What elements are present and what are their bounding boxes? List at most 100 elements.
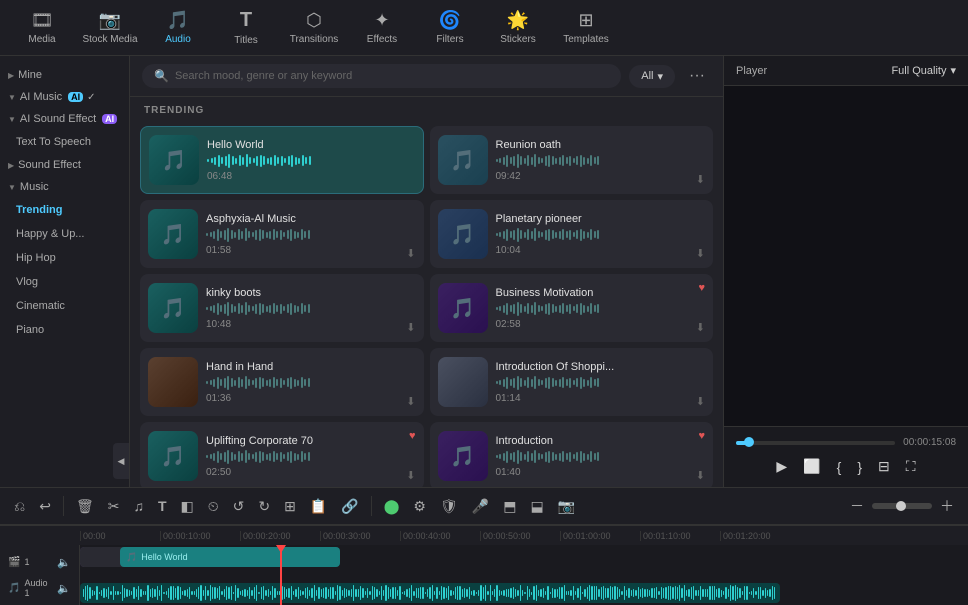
zoom-in-button[interactable]: ＋	[934, 492, 960, 520]
text-button[interactable]: T	[152, 494, 173, 518]
track-card-asphyxia[interactable]: 🎵 Asphyxia-Al Music 01:58 ⬇	[140, 200, 424, 268]
sidebar-group-mine[interactable]: ▶ Mine	[0, 64, 129, 86]
sidebar-item-trending[interactable]: Trending	[0, 198, 129, 222]
sidebar-item-piano[interactable]: Piano	[0, 318, 129, 342]
player-controls: 00:00:15:08 ▶ ⬜ { } ⊟ ⛶	[724, 426, 968, 487]
crop-button[interactable]: ◧	[175, 494, 200, 519]
track-thumb-intro-shopping	[438, 357, 488, 407]
filter-dropdown[interactable]: All ▾	[629, 65, 675, 88]
toolbar-transitions[interactable]: ⬡ Transitions	[282, 4, 346, 52]
toolbar-filters[interactable]: 🌀 Filters	[418, 4, 482, 52]
track-card-business-motivation[interactable]: 🎵 Business Motivation 02:58 ♥ ⬇	[430, 274, 714, 342]
tracks-grid: 🎵 Hello World 06:48 🎵 Reunion oath 09:42	[130, 120, 723, 487]
clip-icon: 🎵	[126, 552, 137, 563]
import-button[interactable]: ⬓	[524, 494, 549, 519]
toolbar-stickers[interactable]: 🌟 Stickers	[486, 4, 550, 52]
sidebar-group-ai-sound-effect[interactable]: ▼ AI Sound Effect AI	[0, 108, 129, 130]
sidebar-group-sound-effect[interactable]: ▶ Sound Effect	[0, 154, 129, 176]
bracket-left-button[interactable]: {	[835, 457, 844, 477]
track-thumb-hand-in-hand	[148, 357, 198, 407]
sidebar-group-ai-music[interactable]: ▼ AI Music AI ✓	[0, 86, 129, 108]
trending-label: TRENDING	[130, 97, 723, 120]
hello-world-clip-bg: 🎵 Hello World	[80, 547, 340, 567]
shield-button[interactable]: 🛡	[434, 494, 464, 519]
templates-icon: ⊞	[578, 10, 593, 31]
track-thumb-uplifting: 🎵	[148, 431, 198, 481]
more-options-button[interactable]: ···	[683, 65, 711, 87]
track-card-introduction[interactable]: 🎵 Introduction 01:40 ♥ ⬇	[430, 422, 714, 487]
sidebar-item-cinematic[interactable]: Cinematic	[0, 294, 129, 318]
snapshot-button[interactable]: 📷	[552, 494, 581, 519]
add-audio-button[interactable]: ♫	[127, 494, 150, 518]
fullscreen-button[interactable]: ⛶	[904, 456, 918, 477]
music-note-icon: 🎵	[450, 296, 475, 321]
mic-button[interactable]: 🎤	[466, 494, 495, 519]
timer-button[interactable]: ⏲	[202, 494, 225, 519]
track-card-uplifting-corporate[interactable]: 🎵 Uplifting Corporate 70 02:50 ♥ ⬇	[140, 422, 424, 487]
quality-select[interactable]: Full Quality ▾	[891, 64, 956, 77]
filters-icon: 🌀	[439, 10, 461, 31]
sidebar-item-text-to-speech[interactable]: Text To Speech	[0, 130, 129, 154]
redo-button[interactable]: ↩	[33, 494, 57, 519]
track-card-reunion-oath[interactable]: 🎵 Reunion oath 09:42 ⬇	[430, 126, 714, 194]
ruler-mark: 00:01:20:00	[720, 531, 800, 541]
track-card-hand-in-hand[interactable]: Hand in Hand 01:36 ⬇	[140, 348, 424, 416]
audio-panel: 🔍 All ▾ ··· TRENDING 🎵 Hello World 06	[130, 56, 723, 487]
copy-button[interactable]: 📋	[304, 494, 333, 519]
download-icon: ⬇	[406, 247, 415, 260]
video-track-mute[interactable]: 🔈	[57, 556, 71, 569]
rotate-cw-button[interactable]: ↻	[252, 494, 276, 519]
track-card-kinky-boots[interactable]: 🎵 kinky boots 10:48 ⬇	[140, 274, 424, 342]
toolbar-audio[interactable]: 🎵 Audio	[146, 4, 210, 52]
play-button[interactable]: ▶	[774, 456, 789, 477]
toolbar-media[interactable]: 🎞 Media	[10, 4, 74, 52]
rotate-ccw-button[interactable]: ↺	[227, 494, 251, 519]
split-button[interactable]: ⊟	[876, 456, 892, 477]
ruler-mark: 00:00:10:00	[160, 531, 240, 541]
ruler-mark: 00:00:30:00	[320, 531, 400, 541]
music-note-icon: 🎵	[162, 148, 187, 173]
toolbar-templates[interactable]: ⊞ Templates	[554, 4, 618, 52]
sidebar-item-happy-up[interactable]: Happy & Up...	[0, 222, 129, 246]
track-card-hello-world[interactable]: 🎵 Hello World 06:48	[140, 126, 424, 194]
download-icon: ⬇	[696, 321, 705, 334]
playhead[interactable]	[280, 545, 282, 605]
toolbar-effects[interactable]: ✦ Effects	[350, 4, 414, 52]
track-card-intro-shopping[interactable]: Introduction Of Shoppi... 01:14 ⬇	[430, 348, 714, 416]
bracket-right-button[interactable]: }	[855, 457, 864, 477]
hello-world-clip[interactable]: 🎵 Hello World	[120, 547, 340, 567]
chevron-down-icon: ▾	[657, 70, 663, 83]
sidebar-group-music[interactable]: ▼ Music	[0, 176, 129, 198]
sidebar-item-vlog[interactable]: Vlog	[0, 270, 129, 294]
layout-button[interactable]: ⊞	[278, 494, 302, 519]
track-card-planetary[interactable]: 🎵 Planetary pioneer 10:04 ⬇	[430, 200, 714, 268]
stop-button[interactable]: ⬜	[801, 456, 822, 477]
cut-button[interactable]: ✂	[102, 494, 126, 519]
search-input[interactable]	[175, 70, 609, 82]
audio-track-mute[interactable]: 🔈	[57, 582, 71, 595]
settings-wheel-button[interactable]: ⚙	[407, 494, 432, 519]
toolbar-titles[interactable]: T Titles	[214, 4, 278, 52]
music-note-icon: 🎵	[450, 222, 475, 247]
track-waveform	[496, 227, 706, 243]
track-thumb-kinky-boots: 🎵	[148, 283, 198, 333]
ruler-mark: 00:00	[80, 531, 160, 541]
sound-effect-arrow-icon: ▶	[8, 161, 14, 170]
zoom-slider-handle[interactable]	[896, 501, 906, 511]
track-info-hello-world: Hello World 06:48	[207, 139, 415, 182]
search-input-wrap[interactable]: 🔍	[142, 64, 621, 88]
timeline-left-panel: 🎬 1 🔈 🎵 Audio 1 🔈	[0, 545, 80, 605]
sidebar-collapse-button[interactable]: ◀	[113, 443, 129, 479]
sidebar-item-hip-hop[interactable]: Hip Hop	[0, 246, 129, 270]
track-info-introduction: Introduction 01:40	[496, 435, 706, 478]
link-button[interactable]: 🔗	[335, 494, 364, 519]
video-track-label-row: 🎬 1 🔈	[4, 549, 75, 575]
extract-button[interactable]: ⬒	[497, 494, 522, 519]
zoom-out-button[interactable]: －	[844, 492, 870, 520]
undo-button[interactable]: ⎌	[8, 494, 31, 519]
toolbar-stock-media[interactable]: 📷 Stock Media	[78, 4, 142, 52]
delete-button[interactable]: 🗑	[70, 494, 100, 519]
green-indicator[interactable]: ⬤	[378, 494, 406, 519]
progress-bar[interactable]	[736, 441, 895, 445]
zoom-slider[interactable]	[872, 503, 932, 509]
